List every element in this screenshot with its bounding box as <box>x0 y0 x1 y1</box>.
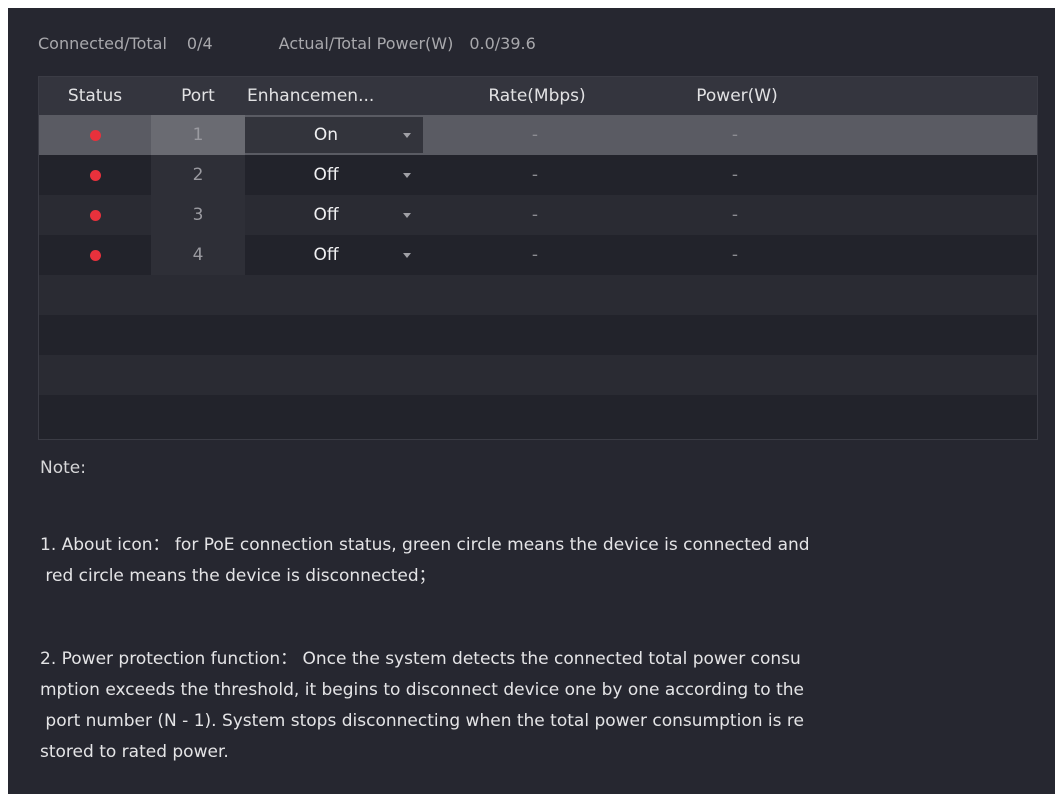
column-header-port[interactable]: Port <box>151 86 245 106</box>
actual-total-power-value: 0.0/39.6 <box>469 34 536 53</box>
poe-port-table: Status Port Enhancemen... Rate(Mbps) Pow… <box>38 76 1038 440</box>
table-row[interactable]: 4 Off - - <box>39 235 1037 275</box>
note-line: 2. Power protection function： Once the s… <box>40 649 801 669</box>
disconnected-status-icon <box>89 209 101 221</box>
chevron-down-icon[interactable] <box>403 212 411 218</box>
table-row[interactable]: 2 Off - - <box>39 155 1037 195</box>
note-heading: Note: <box>40 458 86 478</box>
note-item-icon: 1. About icon： for PoE connection status… <box>40 530 1020 592</box>
disconnected-status-icon <box>89 249 101 261</box>
note-line: mption exceeds the threshold, it begins … <box>40 680 804 700</box>
power-cell: - <box>731 125 739 145</box>
disconnected-status-icon <box>89 129 101 141</box>
column-header-enhancement[interactable]: Enhancemen... <box>245 86 432 106</box>
status-cell <box>39 115 151 155</box>
power-cell: - <box>731 165 739 185</box>
enhancement-value: Off <box>313 245 339 265</box>
note-line: 1. About icon： for PoE connection status… <box>40 535 810 555</box>
port-cell: 3 <box>151 195 245 235</box>
port-cell: 2 <box>151 155 245 195</box>
status-cell <box>39 235 151 275</box>
actual-total-power-label: Actual/Total Power(W) <box>278 34 454 53</box>
empty-row <box>39 315 1037 355</box>
chevron-down-icon[interactable] <box>403 252 411 258</box>
port-cell: 1 <box>151 115 245 155</box>
column-header-rate[interactable]: Rate(Mbps) <box>432 86 642 106</box>
empty-row <box>39 395 1037 435</box>
table-header: Status Port Enhancemen... Rate(Mbps) Pow… <box>39 77 1037 115</box>
note-item-power-protection: 2. Power protection function： Once the s… <box>40 644 1020 768</box>
disconnected-status-icon <box>89 169 101 181</box>
note-line: port number (N - 1). System stops discon… <box>40 711 804 731</box>
chevron-down-icon[interactable] <box>403 172 411 178</box>
rate-cell: - <box>531 245 539 265</box>
note-line: red circle means the device is disconnec… <box>40 566 436 586</box>
enhancement-value: On <box>313 125 339 145</box>
enhancement-value: Off <box>313 165 339 185</box>
enhancement-cell: Off <box>245 235 430 275</box>
chevron-down-icon[interactable] <box>403 132 411 138</box>
rate-cell: - <box>531 205 539 225</box>
power-cell: - <box>731 205 739 225</box>
empty-row <box>39 275 1037 315</box>
empty-row <box>39 355 1037 395</box>
enhancement-dropdown[interactable]: On <box>245 117 423 153</box>
enhancement-dropdown[interactable]: Off <box>245 157 423 193</box>
connected-total-value: 0/4 <box>186 34 213 53</box>
enhancement-cell: Off <box>245 155 430 195</box>
enhancement-dropdown[interactable]: Off <box>245 237 423 273</box>
poe-summary: Connected/Total 0/4 Actual/Total Power(W… <box>38 34 536 53</box>
status-cell <box>39 195 151 235</box>
poe-panel: Connected/Total 0/4 Actual/Total Power(W… <box>8 8 1055 794</box>
rate-cell: - <box>531 165 539 185</box>
port-cell: 4 <box>151 235 245 275</box>
connected-total-label: Connected/Total <box>38 34 167 53</box>
note-line: stored to rated power. <box>40 742 229 762</box>
table-row[interactable]: 3 Off - - <box>39 195 1037 235</box>
enhancement-value: Off <box>313 205 339 225</box>
column-header-status[interactable]: Status <box>39 86 151 106</box>
column-header-power[interactable]: Power(W) <box>642 86 832 106</box>
enhancement-cell: On <box>245 115 430 155</box>
power-cell: - <box>731 245 739 265</box>
enhancement-dropdown[interactable]: Off <box>245 197 423 233</box>
rate-cell: - <box>531 125 539 145</box>
status-cell <box>39 155 151 195</box>
table-row[interactable]: 1 On - - <box>39 115 1037 155</box>
enhancement-cell: Off <box>245 195 430 235</box>
